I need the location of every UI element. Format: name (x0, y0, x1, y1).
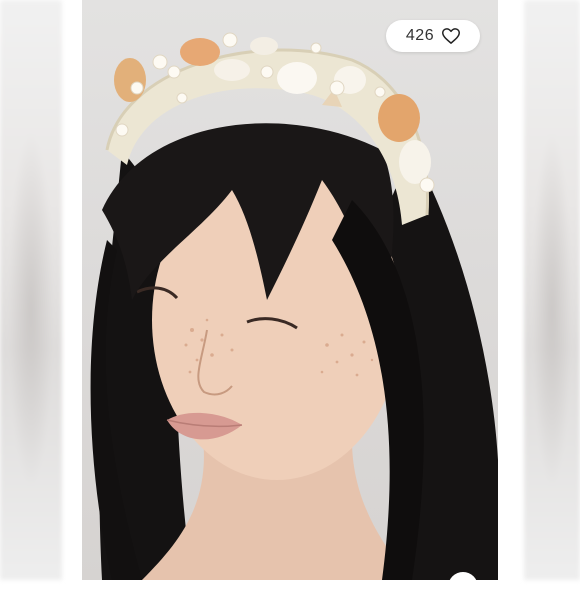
background-blur-left (0, 0, 62, 580)
model-illustration (90, 32, 498, 580)
heart-outline-icon (442, 28, 461, 44)
carousel-control[interactable] (448, 572, 478, 602)
like-button[interactable]: 426 (386, 20, 480, 52)
background-blur-right (524, 0, 580, 580)
product-photo[interactable] (82, 0, 498, 580)
like-count: 426 (405, 27, 435, 44)
